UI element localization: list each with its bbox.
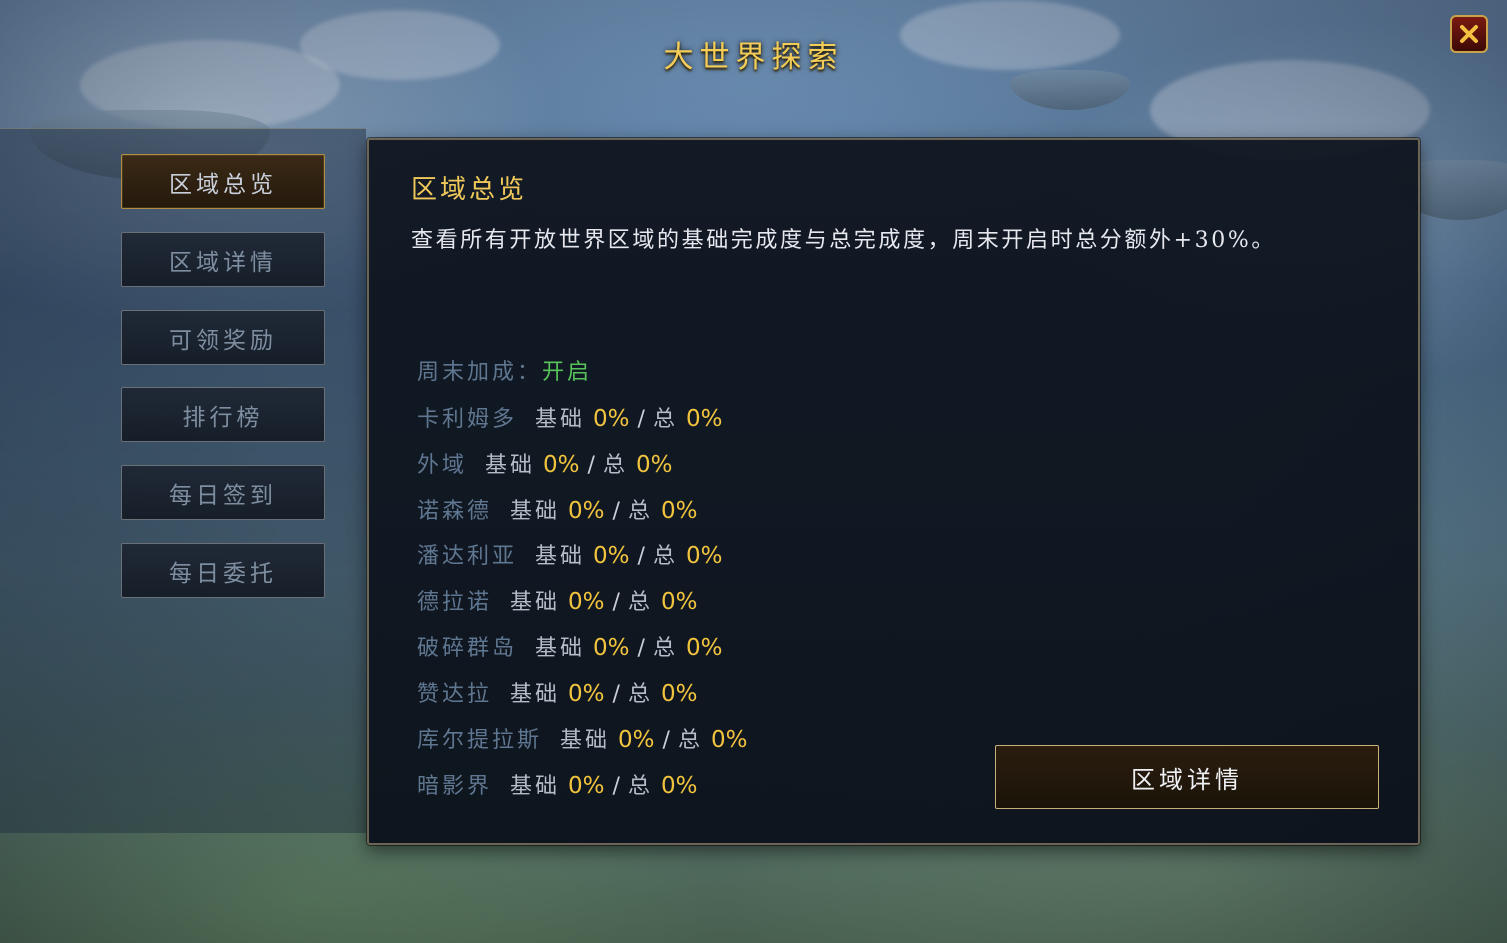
close-icon: [1460, 25, 1478, 43]
sidebar-item-leaderboard[interactable]: 排行榜: [121, 387, 325, 442]
window-title: 大世界探索: [663, 40, 844, 75]
total-label: 总: [627, 682, 653, 707]
sidebar-item-daily-quest[interactable]: 每日委托: [121, 543, 325, 598]
base-percent: 0%: [593, 543, 630, 569]
base-percent: 0%: [593, 406, 630, 432]
base-label: 基础: [510, 590, 561, 615]
panel-description: 查看所有开放世界区域的基础完成度与总完成度，周末开启时总分额外+30%。: [411, 228, 1276, 253]
zone-name: 外域: [417, 453, 468, 478]
zone-name: 潘达利亚: [417, 544, 518, 569]
zone-name: 破碎群岛: [417, 636, 518, 661]
sidebar-item-details[interactable]: 区域详情: [121, 232, 325, 287]
sidebar-item-rewards[interactable]: 可领奖励: [121, 310, 325, 365]
separator: /: [587, 453, 595, 478]
separator: /: [612, 590, 620, 615]
separator: /: [637, 407, 645, 432]
total-label: 总: [652, 407, 678, 432]
zone-name: 库尔提拉斯: [417, 728, 543, 753]
weekend-bonus-status: 开启: [542, 360, 593, 385]
base-percent: 0%: [568, 498, 605, 524]
total-percent: 0%: [660, 773, 698, 799]
close-button[interactable]: [1450, 15, 1488, 53]
weekend-bonus-row: 周末加成：开启: [417, 358, 592, 388]
separator: /: [637, 636, 645, 661]
weekend-bonus-label: 周末加成：: [417, 360, 543, 385]
total-percent: 0%: [685, 543, 723, 569]
zone-name: 赞达拉: [417, 682, 493, 707]
sidebar-item-label: 每日签到: [169, 482, 277, 509]
zone-row: 潘达利亚 基础 0% / 总 0%: [417, 541, 722, 571]
sidebar-item-daily-checkin[interactable]: 每日签到: [121, 465, 325, 520]
zone-name: 卡利姆多: [417, 407, 518, 432]
total-label: 总: [652, 544, 678, 569]
total-percent: 0%: [660, 498, 698, 524]
sidebar-item-label: 排行榜: [182, 404, 264, 431]
base-label: 基础: [535, 544, 586, 569]
total-label: 总: [627, 590, 653, 615]
zone-row: 德拉诺 基础 0% / 总 0%: [417, 587, 697, 617]
total-label: 总: [652, 636, 678, 661]
base-label: 基础: [510, 499, 561, 524]
base-percent: 0%: [543, 452, 580, 478]
separator: /: [612, 499, 620, 524]
zone-row: 诺森德 基础 0% / 总 0%: [417, 496, 697, 526]
zone-row: 库尔提拉斯 基础 0% / 总 0%: [417, 725, 747, 755]
base-label: 基础: [510, 682, 561, 707]
base-percent: 0%: [568, 773, 605, 799]
total-percent: 0%: [635, 452, 673, 478]
total-percent: 0%: [660, 589, 698, 615]
separator: /: [662, 728, 670, 753]
zone-row: 卡利姆多 基础 0% / 总 0%: [417, 404, 722, 434]
sidebar-item-overview[interactable]: 区域总览: [121, 154, 325, 209]
sidebar-item-label: 可领奖励: [169, 327, 277, 354]
base-label: 基础: [510, 774, 561, 799]
base-percent: 0%: [568, 681, 605, 707]
total-label: 总: [677, 728, 703, 753]
base-label: 基础: [535, 636, 586, 661]
total-percent: 0%: [685, 635, 723, 661]
sidebar-item-label: 区域总览: [169, 171, 277, 198]
base-label: 基础: [535, 407, 586, 432]
zone-details-button[interactable]: 区域详情: [995, 745, 1379, 809]
zone-details-button-label: 区域详情: [1131, 765, 1243, 794]
zone-row: 破碎群岛 基础 0% / 总 0%: [417, 633, 722, 663]
total-label: 总: [602, 453, 628, 478]
zone-row: 暗影界 基础 0% / 总 0%: [417, 771, 697, 801]
sidebar-item-label: 每日委托: [169, 560, 277, 587]
base-percent: 0%: [593, 635, 630, 661]
total-percent: 0%: [710, 727, 748, 753]
separator: /: [612, 682, 620, 707]
zone-name: 诺森德: [417, 499, 493, 524]
panel-title: 区域总览: [411, 175, 528, 205]
separator: /: [612, 774, 620, 799]
separator: /: [637, 544, 645, 569]
zone-name: 德拉诺: [417, 590, 493, 615]
sidebar-item-label: 区域详情: [169, 249, 277, 276]
total-label: 总: [627, 499, 653, 524]
base-percent: 0%: [618, 727, 655, 753]
zone-row: 外域 基础 0% / 总 0%: [417, 450, 672, 480]
total-label: 总: [627, 774, 653, 799]
total-percent: 0%: [685, 406, 723, 432]
base-percent: 0%: [568, 589, 605, 615]
base-label: 基础: [560, 728, 611, 753]
zone-name: 暗影界: [417, 774, 493, 799]
total-percent: 0%: [660, 681, 698, 707]
base-label: 基础: [485, 453, 536, 478]
zone-row: 赞达拉 基础 0% / 总 0%: [417, 679, 697, 709]
content-panel: 区域总览 查看所有开放世界区域的基础完成度与总完成度，周末开启时总分额外+30%…: [367, 138, 1420, 845]
